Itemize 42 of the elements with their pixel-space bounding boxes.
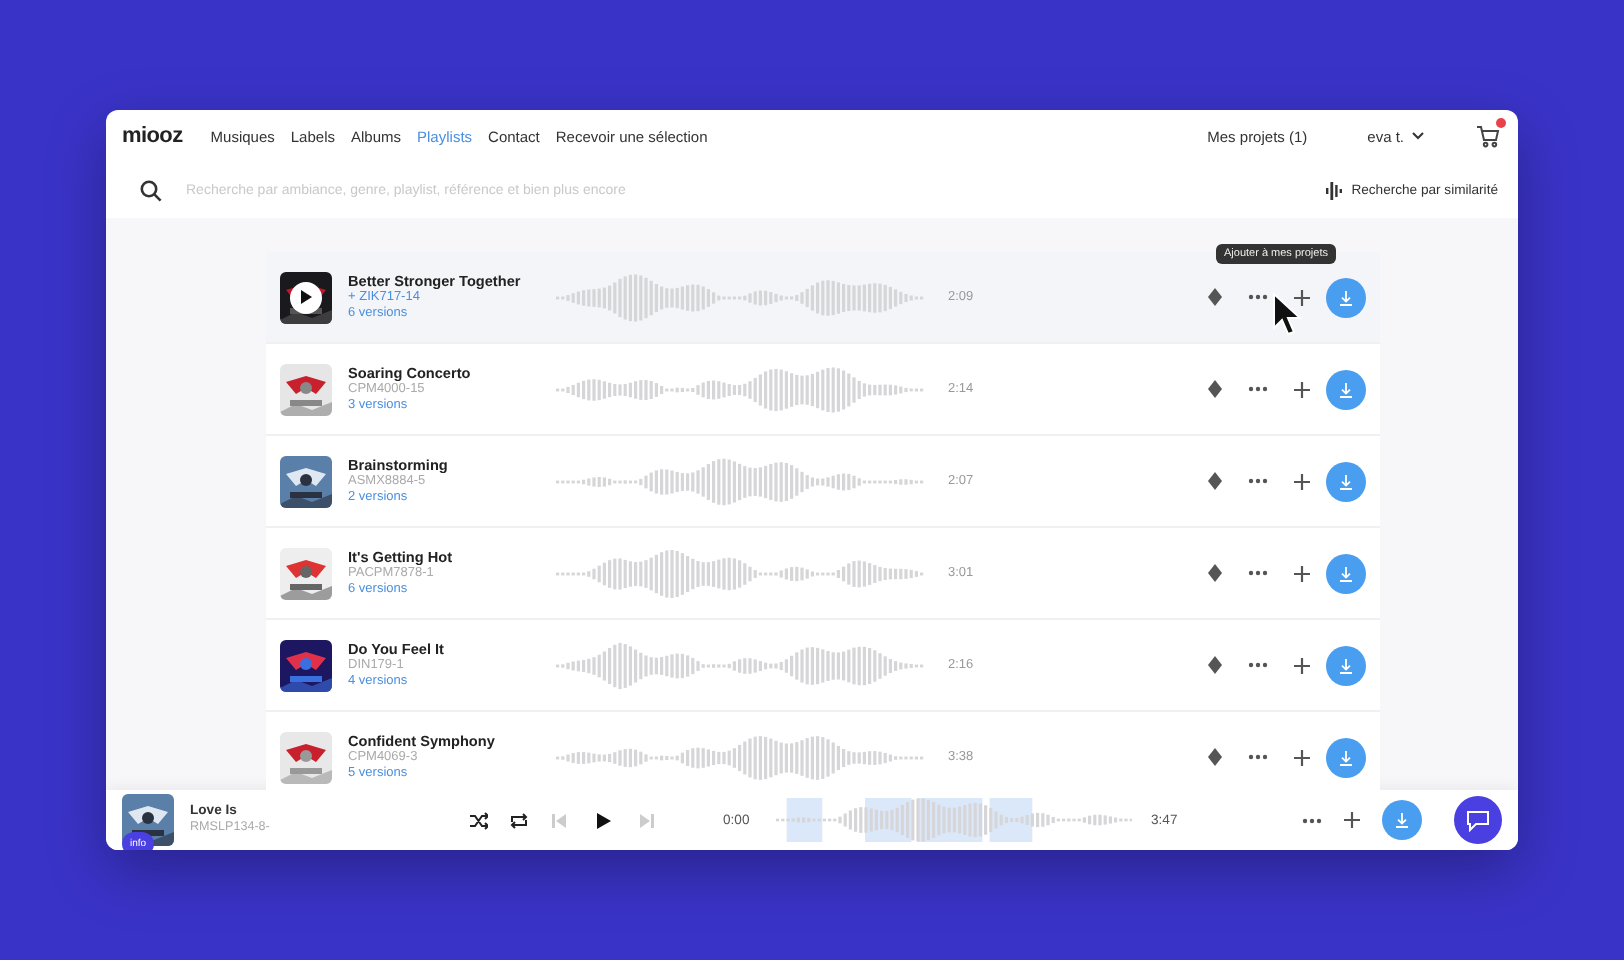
cart-icon[interactable] — [1476, 124, 1502, 148]
pointer-icon — [1272, 292, 1304, 336]
more-icon — [1248, 478, 1268, 484]
chevron-down-icon — [1412, 132, 1424, 140]
plus-icon — [1294, 749, 1310, 765]
logo[interactable]: miooz — [122, 124, 183, 148]
sound-wave-icon — [1325, 181, 1342, 199]
plus-icon — [1294, 565, 1310, 581]
diamond-icon[interactable] — [1207, 472, 1221, 490]
plus-icon — [1294, 381, 1310, 397]
repeat-icon — [509, 811, 527, 829]
chat-icon — [1466, 809, 1490, 831]
more-icon — [1248, 294, 1268, 300]
shuffle-icon — [469, 811, 487, 829]
play-icon — [300, 290, 312, 304]
plus-icon — [1294, 473, 1310, 489]
more-icon — [1248, 754, 1268, 760]
chat-button[interactable] — [1454, 796, 1502, 844]
more-icon — [1248, 570, 1268, 576]
download-icon — [1338, 381, 1354, 397]
download-icon — [1338, 749, 1354, 765]
plus-icon — [1344, 812, 1360, 828]
download-button[interactable] — [1382, 800, 1422, 840]
download-icon — [1338, 657, 1354, 673]
download-icon — [1338, 473, 1354, 489]
next-icon — [637, 811, 655, 829]
more-icon — [1248, 662, 1268, 668]
diamond-icon[interactable] — [1207, 288, 1221, 306]
diamond-icon[interactable] — [1207, 380, 1221, 398]
more-icon — [1302, 817, 1322, 823]
download-icon — [1394, 812, 1410, 828]
play-icon — [593, 811, 611, 829]
diamond-icon[interactable] — [1207, 656, 1221, 674]
search-icon — [140, 179, 162, 201]
download-icon — [1338, 565, 1354, 581]
plus-icon — [1294, 657, 1310, 673]
diamond-icon[interactable] — [1207, 748, 1221, 766]
download-icon — [1338, 289, 1354, 305]
diamond-icon[interactable] — [1207, 564, 1221, 582]
previous-icon — [549, 811, 567, 829]
more-icon — [1248, 386, 1268, 392]
plus-icon — [1294, 289, 1310, 305]
